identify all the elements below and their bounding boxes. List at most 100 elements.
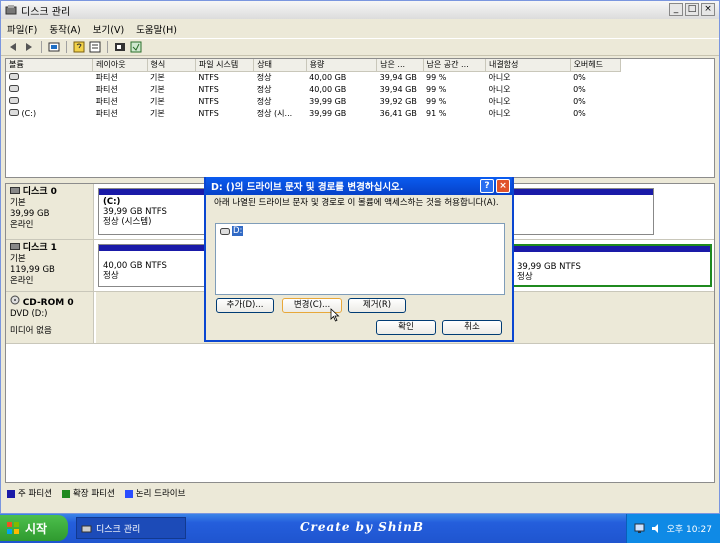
disk-label[interactable]: 디스크 0 기본 39,99 GB 온라인 (6, 184, 94, 239)
disk-label[interactable]: 디스크 1 기본 119,99 GB 온라인 (6, 240, 94, 291)
table-row[interactable]: 파티션 기본 NTFS 정상 40,00 GB 39,94 GB 99 % 아니… (6, 71, 621, 83)
free-cell: 39,94 GB (379, 84, 417, 94)
drive-path-list[interactable]: D: (215, 223, 505, 295)
status-cell: 정상 (256, 84, 272, 94)
status-cell: 정상 (256, 96, 272, 106)
taskbar: 시작 디스크 관리 Create by ShinB 오후 10:27 (0, 514, 720, 543)
free-percent-cell: 99 % (426, 84, 447, 94)
legend: 주 파티션 확장 파티션 논리 드라이브 (7, 487, 185, 499)
free-percent-cell: 91 % (426, 108, 447, 118)
start-button[interactable]: 시작 (0, 515, 68, 541)
clock[interactable]: 오후 10:27 (667, 522, 712, 535)
settings-icon[interactable] (130, 41, 142, 53)
layout-cell: 파티션 (95, 72, 118, 82)
free-cell: 36,41 GB (379, 108, 417, 118)
list-item-label: D: (232, 226, 244, 236)
menu-file[interactable]: 파일(F) (1, 21, 43, 37)
disk-type: 기본 (10, 254, 26, 264)
free-cell: 39,92 GB (379, 96, 417, 106)
disk-name: 디스크 1 (22, 243, 57, 253)
col-filesystem[interactable]: 파일 시스템 (195, 59, 255, 72)
properties-icon[interactable] (89, 41, 101, 53)
table-row[interactable]: 파티션 기본 NTFS 정상 40,00 GB 39,94 GB 99 % 아니… (6, 83, 621, 95)
col-free-percent[interactable]: 남은 공간 ... (423, 59, 486, 72)
drive-icon (9, 96, 19, 104)
disk-status: 온라인 (10, 276, 34, 286)
filesystem-cell: NTFS (198, 72, 219, 82)
filesystem-cell: NTFS (198, 108, 219, 118)
help-icon[interactable] (73, 41, 85, 53)
help-button[interactable]: ? (480, 179, 494, 193)
cancel-button[interactable]: 취소 (442, 320, 502, 335)
capacity-cell: 39,99 GB (309, 96, 347, 106)
legend-label: 확장 파티션 (72, 489, 115, 499)
menu-bar: 파일(F) 동작(A) 보기(V) 도움말(H) (1, 21, 183, 37)
type-cell: 기본 (150, 96, 165, 106)
fault-tolerance-cell: 아니오 (488, 108, 511, 118)
col-capacity[interactable]: 용량 (306, 59, 378, 72)
fault-tolerance-cell: 아니오 (488, 84, 511, 94)
toolbar-separator (41, 41, 42, 53)
layout-cell: 파티션 (95, 96, 118, 106)
disk-icon (10, 187, 20, 194)
back-icon[interactable] (7, 41, 19, 53)
type-cell: 기본 (150, 108, 165, 118)
status-cell: 정상 (256, 72, 272, 82)
overhead-cell: 0% (573, 108, 586, 118)
volume-icon[interactable] (651, 523, 662, 534)
system-tray: 오후 10:27 (626, 514, 720, 543)
ok-button[interactable]: 확인 (376, 320, 436, 335)
volume-list: 볼륨 레이아웃 형식 파일 시스템 상태 용량 남은 ... 남은 공간 ...… (5, 58, 715, 178)
col-layout[interactable]: 레이아웃 (92, 59, 148, 72)
partition-3[interactable]: 39,99 GB NTFS 정상 (511, 244, 712, 287)
capacity-cell: 40,00 GB (309, 84, 347, 94)
add-button[interactable]: 추가(D)... (216, 298, 274, 313)
toolbar-separator (107, 41, 108, 53)
disk-name: 디스크 0 (22, 187, 57, 197)
partition-status: 정상 (517, 272, 533, 282)
cdrom-type: DVD (D:) (10, 309, 48, 319)
partition-1[interactable]: 40,00 GB NTFS 정상 (98, 244, 210, 287)
menu-action[interactable]: 동작(A) (43, 21, 86, 37)
col-overhead[interactable]: 오버헤드 (570, 59, 622, 72)
volume-name: (C:) (21, 108, 37, 118)
partition-status: 정상 (103, 271, 119, 281)
col-volume[interactable]: 볼륨 (6, 59, 94, 72)
capacity-cell: 39,99 GB (309, 108, 347, 118)
overhead-cell: 0% (573, 84, 586, 94)
type-cell: 기본 (150, 84, 165, 94)
forward-icon[interactable] (23, 41, 35, 53)
title-bar[interactable]: 디스크 관리 _ □ × (1, 1, 719, 19)
legend-logical: 논리 드라이브 (124, 487, 185, 499)
close-button[interactable]: × (701, 3, 715, 16)
capacity-cell: 40,00 GB (309, 72, 347, 82)
col-status[interactable]: 상태 (253, 59, 307, 72)
col-free[interactable]: 남은 ... (376, 59, 424, 72)
menu-help[interactable]: 도움말(H) (130, 21, 183, 37)
drive-icon (9, 84, 19, 92)
table-row[interactable]: 파티션 기본 NTFS 정상 39,99 GB 39,92 GB 99 % 아니… (6, 95, 621, 107)
table-row[interactable]: (C:) 파티션 기본 NTFS 정상 (시... 39,99 GB 36,41… (6, 107, 621, 119)
col-type[interactable]: 형식 (147, 59, 196, 72)
maximize-button[interactable]: □ (685, 3, 699, 16)
remove-button[interactable]: 제거(R) (348, 298, 406, 313)
legend-extended: 확장 파티션 (61, 487, 115, 499)
dialog-title-bar[interactable]: D: ()의 드라이브 문자 및 경로를 변경하십시오. ? × (206, 177, 512, 195)
minimize-button[interactable]: _ (669, 3, 683, 16)
list-item[interactable]: D: (220, 226, 244, 236)
free-percent-cell: 99 % (426, 96, 447, 106)
cdrom-label[interactable]: CD-ROM 0 DVD (D:) 미디어 없음 (6, 292, 94, 343)
col-fault-tolerance[interactable]: 내결함성 (485, 59, 571, 72)
legend-primary: 주 파티션 (7, 487, 52, 499)
start-label: 시작 (25, 521, 48, 536)
dialog-close-button[interactable]: × (496, 179, 510, 193)
refresh-icon[interactable] (114, 41, 126, 53)
taskbar-item-disk-management[interactable]: 디스크 관리 (76, 517, 186, 539)
menu-view[interactable]: 보기(V) (87, 21, 130, 37)
taskbar-item-label: 디스크 관리 (96, 524, 141, 535)
disk-status: 온라인 (10, 220, 34, 230)
console-icon[interactable] (48, 41, 60, 53)
network-icon[interactable] (634, 523, 646, 534)
cdrom-name: CD-ROM 0 (22, 298, 74, 308)
toolbar-separator (66, 41, 67, 53)
